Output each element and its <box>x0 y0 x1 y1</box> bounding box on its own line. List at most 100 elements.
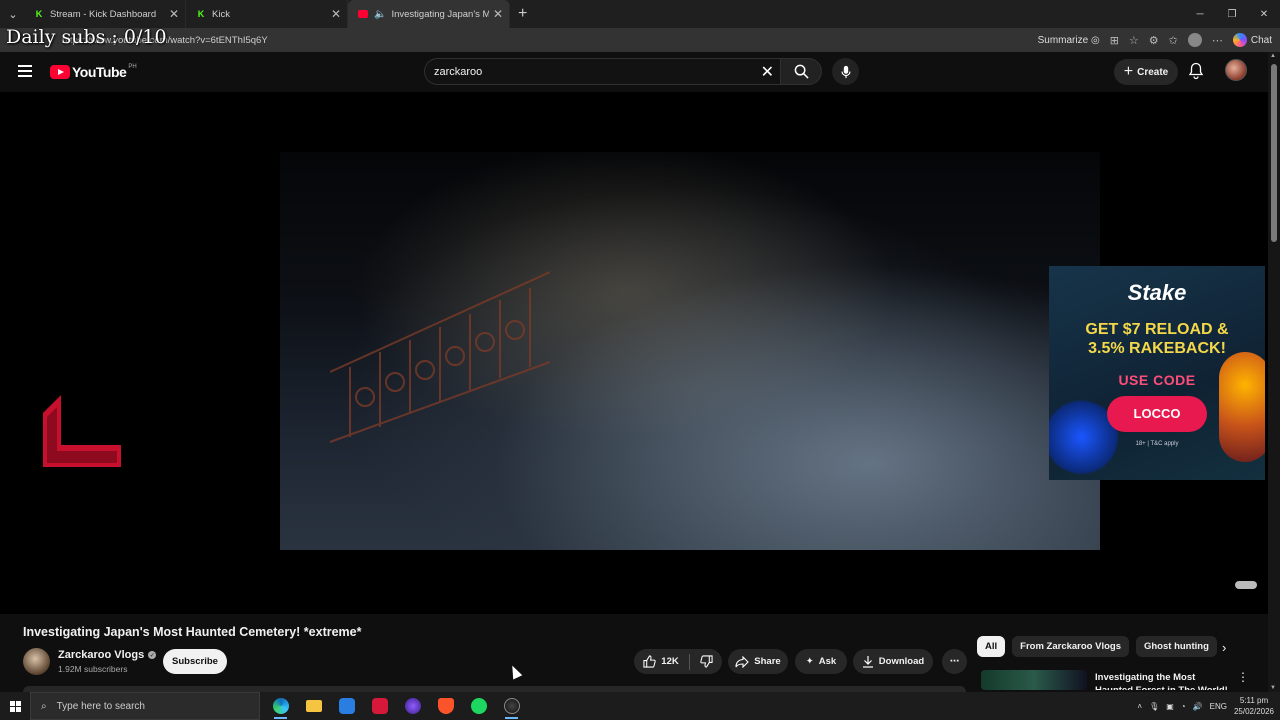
youtube-logo[interactable]: YouTube PH <box>50 64 137 80</box>
more-actions-button[interactable]: ⋯ <box>942 649 967 674</box>
split-screen-icon[interactable]: ⊞ <box>1110 34 1119 47</box>
create-button[interactable]: + Create <box>1114 59 1178 85</box>
download-label: Download <box>878 656 925 667</box>
speaker-icon[interactable]: 🔈 <box>374 9 386 20</box>
extensions-icon[interactable]: ⚙ <box>1149 34 1159 47</box>
ad-promo-code-button[interactable]: LOCCO <box>1107 396 1207 432</box>
search-input[interactable]: zarckaroo ✕ <box>424 58 780 85</box>
clock-time: 5:11 pm <box>1239 696 1269 705</box>
edge-app[interactable] <box>268 692 293 720</box>
tab-youtube-video[interactable]: 🔈 Investigating Japan's Most Ha ✕ <box>348 0 510 28</box>
like-button[interactable]: 12K <box>643 655 679 668</box>
tab-kick[interactable]: K Kick ✕ <box>186 0 348 28</box>
taskbar-search[interactable]: ⌕ Type here to search <box>30 692 260 720</box>
search-button[interactable] <box>780 58 822 85</box>
tab-title: Kick <box>212 8 230 20</box>
clock[interactable]: 5:11 pm 25/02/2026 <box>1234 695 1274 717</box>
search-icon <box>794 64 809 79</box>
adobe-icon <box>371 698 388 714</box>
youtube-wordmark: YouTube <box>72 64 127 80</box>
kick-icon: K <box>197 9 205 19</box>
wifi-tray-icon[interactable]: ◔ <box>1181 702 1186 711</box>
related-video-title[interactable]: Investigating the Most Haunted Forest in… <box>1095 671 1230 690</box>
summarize-button[interactable]: Summarize ◎ <box>1038 35 1100 46</box>
profile-avatar[interactable] <box>1187 33 1202 47</box>
browser-tab-strip: ⌄ K Stream - Kick Dashboard ✕ K Kick ✕ 🔈… <box>0 0 1280 28</box>
mail-app[interactable] <box>334 692 359 720</box>
player-scroll-indicator <box>1235 581 1257 589</box>
network-tray-icon[interactable]: ▣ <box>1166 702 1174 711</box>
copilot-chat-button[interactable]: Chat <box>1232 33 1272 47</box>
favorite-star-icon[interactable]: ☆ <box>1129 34 1139 47</box>
chevron-right-icon[interactable]: › <box>1222 640 1226 655</box>
scrollbar-thumb[interactable] <box>1271 64 1277 242</box>
spotify-app[interactable] <box>466 692 491 720</box>
channel-name-row[interactable]: Zarckaroo Vlogs ✓ <box>58 649 157 661</box>
ad-headline: GET $7 RELOAD & 3.5% RAKEBACK! <box>1049 320 1265 358</box>
chip-ghost-hunting[interactable]: Ghost hunting <box>1135 636 1217 657</box>
new-tab-button[interactable]: + <box>518 5 527 23</box>
like-divider <box>688 653 690 670</box>
create-label: Create <box>1137 66 1169 78</box>
hamburger-menu-icon[interactable] <box>18 65 32 77</box>
tab-title: Investigating Japan's Most Ha <box>391 8 489 20</box>
favorites-icon[interactable]: ✩ <box>1169 34 1178 47</box>
subscriber-count: 1.92M subscribers <box>58 664 128 674</box>
video-title: Investigating Japan's Most Haunted Cemet… <box>23 625 362 639</box>
scroll-down-icon[interactable]: ▼ <box>1270 685 1276 691</box>
share-icon <box>735 655 750 668</box>
edge-icon <box>272 698 289 714</box>
tab-list-icon[interactable]: ⌄ <box>2 3 24 25</box>
adobe-app[interactable] <box>367 692 392 720</box>
close-window-icon[interactable]: ✕ <box>1248 0 1280 28</box>
chat-label: Chat <box>1250 34 1272 46</box>
messenger-app[interactable] <box>400 692 425 720</box>
microphone-tray-icon[interactable]: 🎙 <box>1149 702 1159 711</box>
tab-kick-dashboard[interactable]: K Stream - Kick Dashboard ✕ <box>24 0 186 28</box>
windows-logo-icon <box>9 700 21 712</box>
folder-icon <box>305 700 322 712</box>
scroll-up-icon[interactable]: ▲ <box>1270 53 1276 59</box>
clear-search-icon[interactable]: ✕ <box>761 62 774 82</box>
close-icon[interactable]: ✕ <box>331 7 341 21</box>
brave-app[interactable] <box>433 692 458 720</box>
ad-headline-line1: GET $7 RELOAD & <box>1085 321 1229 338</box>
download-button[interactable]: Download <box>853 649 933 674</box>
user-avatar[interactable] <box>1225 59 1247 81</box>
tab-title: Stream - Kick Dashboard <box>50 8 157 20</box>
restore-icon[interactable]: ❐ <box>1216 0 1248 28</box>
more-options-icon[interactable]: ⋯ <box>1212 34 1223 47</box>
tray-overflow-icon[interactable]: ˄ <box>1137 702 1142 711</box>
sparkle-icon: ✦ <box>805 656 814 667</box>
obs-icon <box>503 698 520 714</box>
close-icon[interactable]: ✕ <box>169 7 179 21</box>
mouse-cursor-icon <box>507 663 523 680</box>
minimize-icon[interactable]: ─ <box>1184 0 1216 28</box>
channel-logo-watermark <box>43 395 121 467</box>
channel-avatar[interactable] <box>23 648 50 675</box>
close-icon[interactable]: ✕ <box>493 7 503 21</box>
voice-search-button[interactable] <box>832 58 859 85</box>
video-player[interactable]: Stake GET $7 RELOAD & 3.5% RAKEBACK! USE… <box>0 92 1268 614</box>
more-vertical-icon[interactable]: ⋮ <box>1237 670 1249 684</box>
channel-name: Zarckaroo Vlogs <box>58 649 145 661</box>
page-scrollbar[interactable]: ▲ ▼ <box>1268 52 1280 692</box>
stake-ad-overlay[interactable]: Stake GET $7 RELOAD & 3.5% RAKEBACK! USE… <box>1049 266 1265 480</box>
subscribe-button[interactable]: Subscribe <box>163 649 227 674</box>
file-explorer-app[interactable] <box>301 692 326 720</box>
mail-icon <box>338 698 355 714</box>
start-button[interactable] <box>0 692 30 720</box>
related-video-thumbnail[interactable] <box>981 670 1087 690</box>
download-icon <box>862 656 873 668</box>
chip-from-channel[interactable]: From Zarckaroo Vlogs <box>1012 636 1129 657</box>
ask-button[interactable]: ✦ Ask <box>795 649 847 674</box>
thumbs-down-icon[interactable] <box>700 655 713 668</box>
obs-app[interactable] <box>499 692 524 720</box>
brave-icon <box>437 698 454 714</box>
language-indicator[interactable]: ENG <box>1210 702 1227 711</box>
chip-all[interactable]: All <box>977 636 1006 657</box>
notifications-bell-icon[interactable] <box>1188 62 1204 80</box>
address-bar-row: https://www.youtube.com/watch?v=6tENThI5… <box>0 28 1280 52</box>
share-button[interactable]: Share <box>728 649 788 674</box>
volume-tray-icon[interactable]: 🔊 <box>1193 702 1203 711</box>
